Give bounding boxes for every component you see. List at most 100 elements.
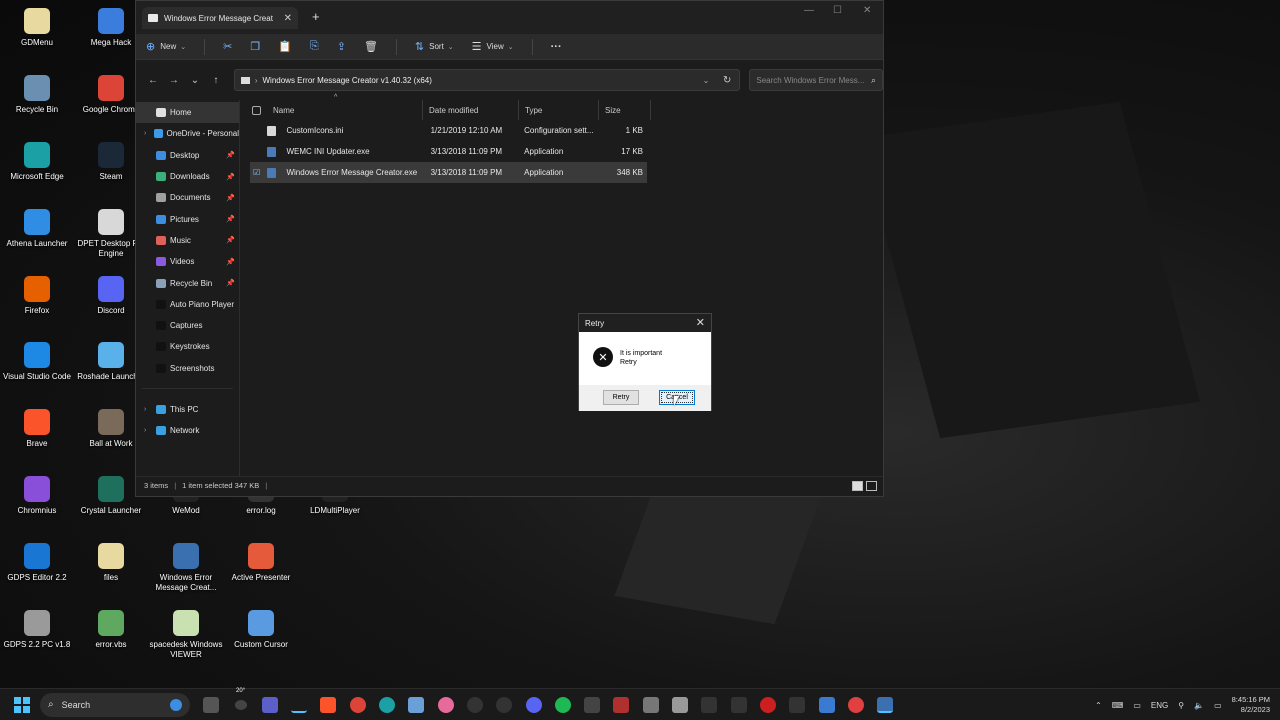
row-checkbox[interactable]: ☑ [253,168,263,177]
chevron-up-icon[interactable]: ⌃ [1095,701,1102,710]
weather-widget[interactable]: 20° [233,688,249,713]
app-icon[interactable] [437,696,454,713]
retry-button[interactable]: Retry [603,390,639,405]
desktop-icon[interactable]: files [74,543,148,583]
sidebar-item[interactable]: Keystrokes [136,336,239,357]
rename-button[interactable]: ⎘ [310,40,319,53]
app-icon[interactable] [584,696,601,713]
recent-chevron-icon[interactable]: ⌄ [186,75,204,86]
chevron-down-icon[interactable]: ⌄ [703,76,710,85]
steam-icon[interactable] [496,696,513,713]
sidebar-item[interactable]: Videos 📌 [136,251,239,272]
more-options-button[interactable]: ··· [551,41,562,53]
sidebar-item[interactable]: Captures [136,315,239,336]
delete-button[interactable]: 🗑 [364,40,378,53]
refresh-icon[interactable]: ↻ [723,75,731,86]
explorer-tab[interactable]: Windows Error Message Creat ✕ [142,7,298,29]
chrome-icon[interactable] [349,696,366,713]
column-size[interactable]: Size [599,100,651,120]
app-icon[interactable] [642,696,659,713]
photos-icon[interactable] [408,696,425,713]
sidebar-item[interactable]: Music 📌 [136,230,239,251]
desktop-icon[interactable]: Chromnius [0,476,74,516]
battery-icon[interactable]: ▭ [1214,701,1222,710]
display-icon[interactable]: ▭ [1133,701,1141,710]
details-view-icon[interactable] [852,481,863,491]
sidebar-item[interactable]: › Network [136,420,239,441]
sidebar-item[interactable]: Downloads 📌 [136,166,239,187]
close-window-button[interactable]: ✕ [863,5,871,16]
paste-button[interactable]: 📋 [278,40,292,53]
store-icon[interactable] [672,696,689,713]
file-explorer-icon[interactable] [291,696,308,713]
volume-icon[interactable]: 🔈 [1194,701,1204,710]
desktop-icon[interactable]: Visual Studio Code [0,342,74,382]
file-row[interactable]: WEMC INI Updater.exe 3/13/2018 11:09 PM Ap… [250,141,647,162]
maximize-button[interactable]: ☐ [833,5,842,16]
expand-chevron-icon[interactable]: › [144,427,156,434]
desktop-icon[interactable]: Microsoft Edge [0,142,74,182]
desktop-icon[interactable]: Windows Error Message Creat... [149,543,223,593]
expand-chevron-icon[interactable]: › [144,406,156,413]
forward-arrow-icon[interactable]: → [165,75,183,86]
spotify-icon[interactable] [554,696,571,713]
copy-button[interactable]: ❐ [250,40,260,53]
keyboard-icon[interactable]: ⌨ [1112,701,1124,710]
search-box[interactable]: ⌕ [749,69,884,91]
sidebar-item[interactable]: Recycle Bin 📌 [136,272,239,293]
discord-icon[interactable] [525,696,542,713]
sidebar-item[interactable]: Home [136,102,239,124]
desktop-icon[interactable]: Athena Launcher [0,209,74,249]
desktop-icon[interactable]: Active Presenter [224,543,298,583]
address-bar[interactable]: › Windows Error Message Creator v1.40.32… [233,69,741,91]
unity-icon[interactable] [466,696,483,713]
desktop-icon[interactable]: spacedesk Windows VIEWER [149,610,223,660]
tiles-view-icon[interactable] [866,481,877,491]
minimize-button[interactable]: — [804,5,814,16]
start-button[interactable] [14,696,30,713]
task-view-icon[interactable] [203,696,220,713]
desktop-icon[interactable]: GDPS Editor 2.2 [0,543,74,583]
teams-icon[interactable] [261,696,278,713]
clock[interactable]: 8:45:16 PM 8/2/2023 [1232,695,1270,715]
sort-button[interactable]: ⇅ Sort ⌄ [415,40,454,53]
error-creator-app-icon[interactable] [877,696,894,713]
sidebar-item[interactable]: Auto Piano Player [136,294,239,315]
sidebar-item[interactable]: › OneDrive - Personal [136,123,239,144]
app-icon[interactable] [789,696,806,713]
network-icon[interactable]: ⚲ [1178,701,1184,710]
select-all-checkbox[interactable] [252,105,261,115]
desktop-icon[interactable]: Custom Cursor [224,610,298,650]
sidebar-item[interactable]: Documents 📌 [136,187,239,208]
taskbar-search[interactable]: ⌕ Search [40,692,190,717]
close-tab-icon[interactable]: ✕ [284,13,292,24]
column-date-modified[interactable]: Date modified [423,100,519,120]
view-button[interactable]: ☰ View ⌄ [472,40,514,53]
sidebar-item[interactable]: › This PC [136,399,239,420]
share-button[interactable]: ⇪ [337,40,346,53]
app-icon[interactable] [613,696,630,713]
language-indicator[interactable]: ENG [1151,701,1168,710]
file-row[interactable]: ☑ Windows Error Message Creator.exe 3/13/2… [250,162,647,183]
up-arrow-icon[interactable]: ↑ [207,75,225,86]
desktop-icon[interactable]: GDPS 2.2 PC v1.8 [0,610,74,650]
opera-icon[interactable] [759,696,776,713]
close-icon[interactable]: ✕ [696,316,705,329]
sidebar-item[interactable]: Pictures 📌 [136,208,239,229]
expand-chevron-icon[interactable]: › [144,130,154,137]
brave-icon[interactable] [320,696,337,713]
new-button[interactable]: ⊕ New ⌄ [146,40,186,53]
desktop-icon[interactable]: Recycle Bin [0,75,74,115]
new-tab-button[interactable]: + [312,9,320,24]
file-row[interactable]: CustomIcons.ini 1/21/2019 12:10 AM Configu… [250,120,647,141]
app-icon[interactable] [847,696,864,713]
sidebar-item[interactable]: Desktop 📌 [136,145,239,166]
desktop-icon[interactable]: GDMenu [0,8,74,48]
search-input[interactable] [756,75,871,85]
sidebar-item[interactable]: Screenshots [136,358,239,379]
column-type[interactable]: Type [519,100,599,120]
desktop-icon[interactable]: error.vbs [74,610,148,650]
cut-button[interactable]: ✂ [223,40,232,53]
back-arrow-icon[interactable]: ← [144,75,162,86]
desktop-icon[interactable]: Brave [0,409,74,449]
